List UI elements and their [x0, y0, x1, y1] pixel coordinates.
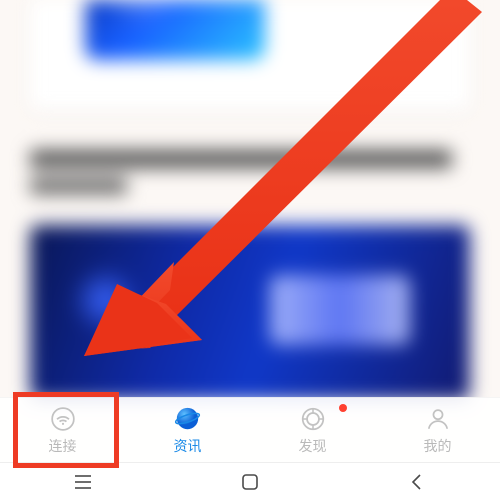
discover-icon — [299, 405, 327, 433]
article-title-blurred — [30, 150, 470, 210]
promo-banner-blurred — [30, 225, 470, 400]
tab-news[interactable]: 资讯 — [125, 398, 250, 462]
nav-home[interactable] — [230, 472, 270, 492]
person-icon — [424, 405, 452, 433]
tab-discover[interactable]: 发现 — [250, 398, 375, 462]
tab-me[interactable]: 我的 — [375, 398, 500, 462]
bottom-tab-bar: 连接 资讯 发现 — [0, 397, 500, 462]
tab-news-label: 资讯 — [174, 436, 202, 456]
tab-connect[interactable]: 连接 — [0, 398, 125, 462]
nav-back[interactable] — [397, 472, 437, 492]
badge-dot — [339, 404, 347, 412]
product-card — [30, 0, 470, 110]
wifi-icon — [49, 405, 77, 433]
tab-discover-label: 发现 — [299, 436, 327, 456]
android-nav-bar — [0, 462, 500, 500]
globe-icon — [174, 405, 202, 433]
tab-connect-label: 连接 — [49, 436, 77, 456]
product-image — [85, 0, 265, 60]
nav-recents[interactable] — [63, 472, 103, 492]
blurred-content — [0, 0, 500, 417]
tab-me-label: 我的 — [424, 436, 452, 456]
